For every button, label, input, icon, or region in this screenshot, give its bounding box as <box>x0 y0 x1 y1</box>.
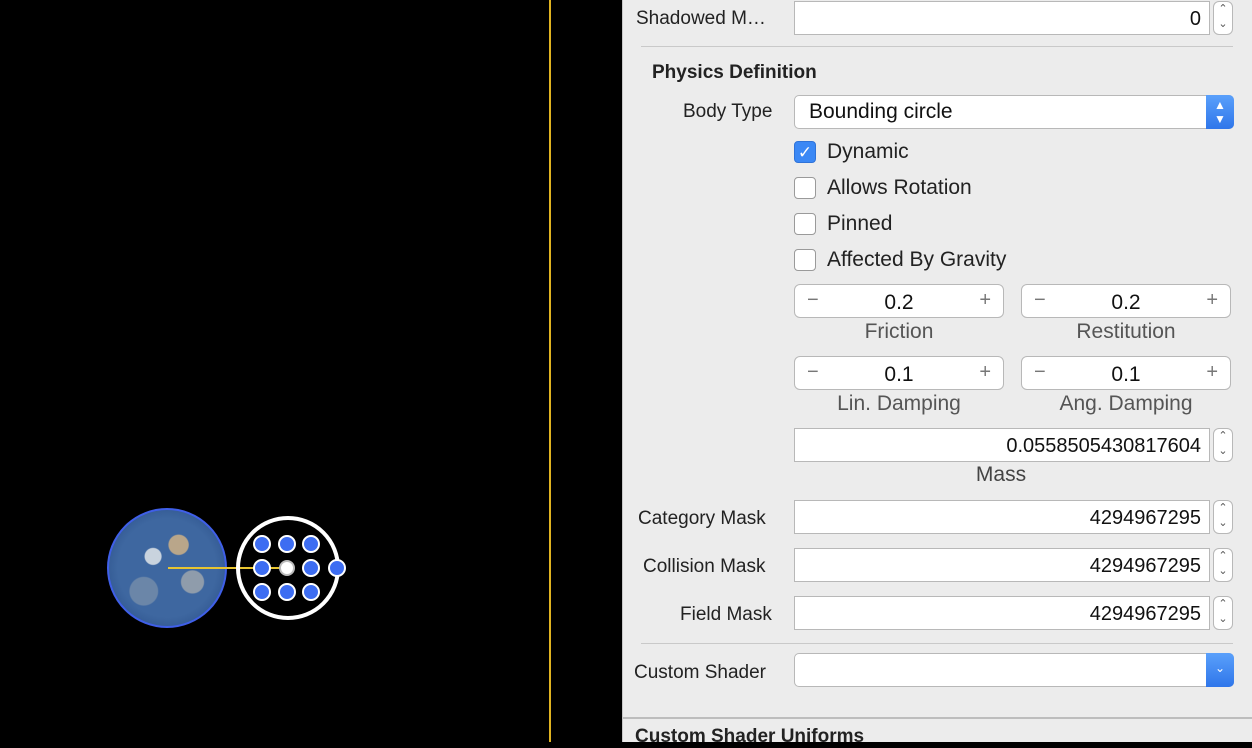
collision-mask-field[interactable]: 4294967295 <box>794 548 1210 582</box>
mass-stepper[interactable]: ⌃ ⌄ <box>1213 428 1233 462</box>
divider <box>641 643 1233 644</box>
mass-field[interactable]: 0.0558505430817604 <box>794 428 1210 462</box>
category-mask-stepper[interactable]: ⌃ ⌄ <box>1213 500 1233 534</box>
increment-icon[interactable]: + <box>979 361 991 384</box>
lin-damping-value[interactable]: 0.1 <box>795 363 1003 387</box>
affected-by-gravity-label[interactable]: Affected By Gravity <box>827 248 1006 272</box>
restitution-stepper[interactable]: − 0.2 + <box>1021 284 1231 318</box>
shadowed-mask-field[interactable]: 0 <box>794 1 1210 35</box>
scene-canvas[interactable] <box>0 0 622 742</box>
lin-damping-stepper[interactable]: − 0.1 + <box>794 356 1004 390</box>
custom-shader-uniforms-title[interactable]: Custom Shader Uniforms <box>635 726 864 748</box>
mass-label: Mass <box>975 463 1027 486</box>
category-mask-field[interactable]: 4294967295 <box>794 500 1210 534</box>
increment-icon[interactable]: + <box>979 289 991 312</box>
resize-handle[interactable] <box>302 535 320 553</box>
collision-mask-label: Collision Mask <box>643 556 766 577</box>
custom-shader-label: Custom Shader <box>634 662 767 683</box>
restitution-value[interactable]: 0.2 <box>1022 291 1230 315</box>
resize-handle[interactable] <box>253 535 271 553</box>
shadowed-mask-label: Shadowed M… <box>636 8 766 29</box>
allows-rotation-label[interactable]: Allows Rotation <box>827 176 972 200</box>
pinned-label[interactable]: Pinned <box>827 212 892 236</box>
category-mask-label: Category Mask <box>638 508 766 529</box>
divider <box>641 46 1233 47</box>
shadowed-mask-stepper[interactable]: ⌃ ⌄ <box>1213 1 1233 35</box>
resize-handle[interactable] <box>253 559 271 577</box>
physics-definition-title: Physics Definition <box>652 62 817 83</box>
resize-handle[interactable] <box>278 535 296 553</box>
anchor-point[interactable] <box>279 560 295 576</box>
attributes-inspector: Shadowed M… 0 ⌃ ⌄ Physics Definition Body… <box>622 0 1252 747</box>
body-type-value: Bounding circle <box>809 100 953 123</box>
resize-handle[interactable] <box>302 583 320 601</box>
resize-handle[interactable] <box>278 583 296 601</box>
friction-label: Friction <box>864 320 934 343</box>
resize-handle[interactable] <box>302 559 320 577</box>
ang-damping-stepper[interactable]: − 0.1 + <box>1021 356 1231 390</box>
collision-mask-stepper[interactable]: ⌃ ⌄ <box>1213 548 1233 582</box>
friction-value[interactable]: 0.2 <box>795 291 1003 315</box>
section-divider <box>623 717 1252 719</box>
allows-rotation-checkbox[interactable] <box>794 177 816 199</box>
popup-arrows-icon: ▲ ▼ <box>1206 95 1234 129</box>
friction-stepper[interactable]: − 0.2 + <box>794 284 1004 318</box>
body-type-popup[interactable]: Bounding circle ▲ ▼ <box>794 95 1234 129</box>
custom-shader-popup[interactable]: ⌄ <box>794 653 1234 687</box>
increment-icon[interactable]: + <box>1206 289 1218 312</box>
field-mask-field[interactable]: 4294967295 <box>794 596 1210 630</box>
increment-icon[interactable]: + <box>1206 361 1218 384</box>
rotation-handle[interactable] <box>328 559 346 577</box>
resize-handle[interactable] <box>253 583 271 601</box>
restitution-label: Restitution <box>1076 320 1176 343</box>
scene-boundary-line <box>549 0 551 742</box>
chevron-down-icon: ⌄ <box>1206 653 1234 687</box>
field-mask-stepper[interactable]: ⌃ ⌄ <box>1213 596 1233 630</box>
ang-damping-value[interactable]: 0.1 <box>1022 363 1230 387</box>
affected-by-gravity-checkbox[interactable] <box>794 249 816 271</box>
dynamic-checkbox[interactable]: ✓ <box>794 141 816 163</box>
pinned-checkbox[interactable] <box>794 213 816 235</box>
lin-damping-label: Lin. Damping <box>837 392 961 415</box>
ang-damping-label: Ang. Damping <box>1059 392 1193 415</box>
dynamic-label[interactable]: Dynamic <box>827 140 909 164</box>
field-mask-label: Field Mask <box>680 604 772 625</box>
body-type-label: Body Type <box>683 101 773 122</box>
